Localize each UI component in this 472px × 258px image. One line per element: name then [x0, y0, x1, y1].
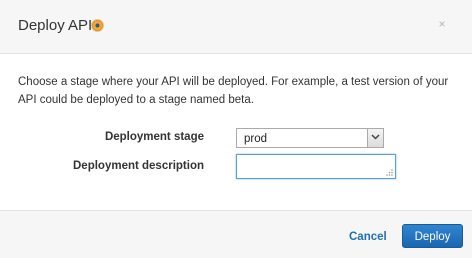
deployment-stage-select[interactable]: prod: [236, 128, 384, 148]
resize-handle-icon[interactable]: [385, 168, 394, 177]
dialog-title: Deploy API: [18, 17, 93, 34]
dialog-body: Choose a stage where your API will be de…: [0, 54, 472, 210]
deploy-api-dialog: Deploy API × Choose a stage where your A…: [0, 0, 472, 258]
deployment-stage-label: Deployment stage: [104, 131, 204, 143]
deployment-description-field[interactable]: [236, 154, 396, 179]
dialog-footer: Cancel Deploy: [0, 210, 472, 258]
chevron-down-icon: [371, 134, 380, 140]
deploy-button[interactable]: Deploy: [402, 224, 463, 248]
dropdown-button[interactable]: [367, 129, 383, 147]
dialog-description: Choose a stage where your API will be de…: [18, 76, 449, 106]
close-icon[interactable]: ×: [436, 17, 448, 31]
deployment-stage-value: prod: [244, 133, 268, 145]
cancel-button[interactable]: Cancel: [349, 230, 387, 244]
deployment-description-label: Deployment description: [73, 160, 204, 172]
info-help-icon[interactable]: [92, 20, 103, 31]
dialog-header: Deploy API ×: [0, 0, 472, 54]
